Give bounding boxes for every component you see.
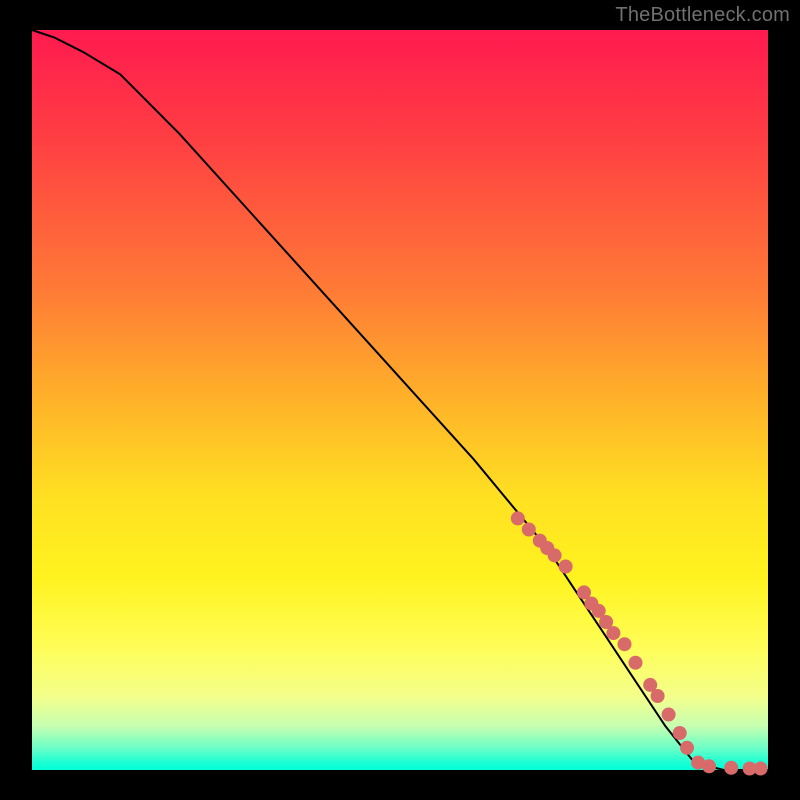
marker-dot: [673, 726, 687, 740]
marker-dot: [522, 523, 536, 537]
chart-frame: TheBottleneck.com: [0, 0, 800, 800]
marker-dot: [559, 560, 573, 574]
marker-dot: [724, 761, 738, 775]
marker-dot: [511, 511, 525, 525]
marker-dot: [754, 762, 768, 776]
marker-dot: [629, 656, 643, 670]
marker-dot: [702, 759, 716, 773]
marker-dot: [651, 689, 665, 703]
marker-dot: [606, 626, 620, 640]
marker-dot: [680, 741, 694, 755]
bottleneck-curve: [32, 30, 768, 770]
watermark-text: TheBottleneck.com: [615, 4, 790, 27]
marker-dot: [618, 637, 632, 651]
plot-area: [32, 30, 768, 770]
marker-dots: [511, 511, 768, 775]
curve-layer: [32, 30, 768, 770]
marker-dot: [548, 548, 562, 562]
marker-dot: [662, 708, 676, 722]
